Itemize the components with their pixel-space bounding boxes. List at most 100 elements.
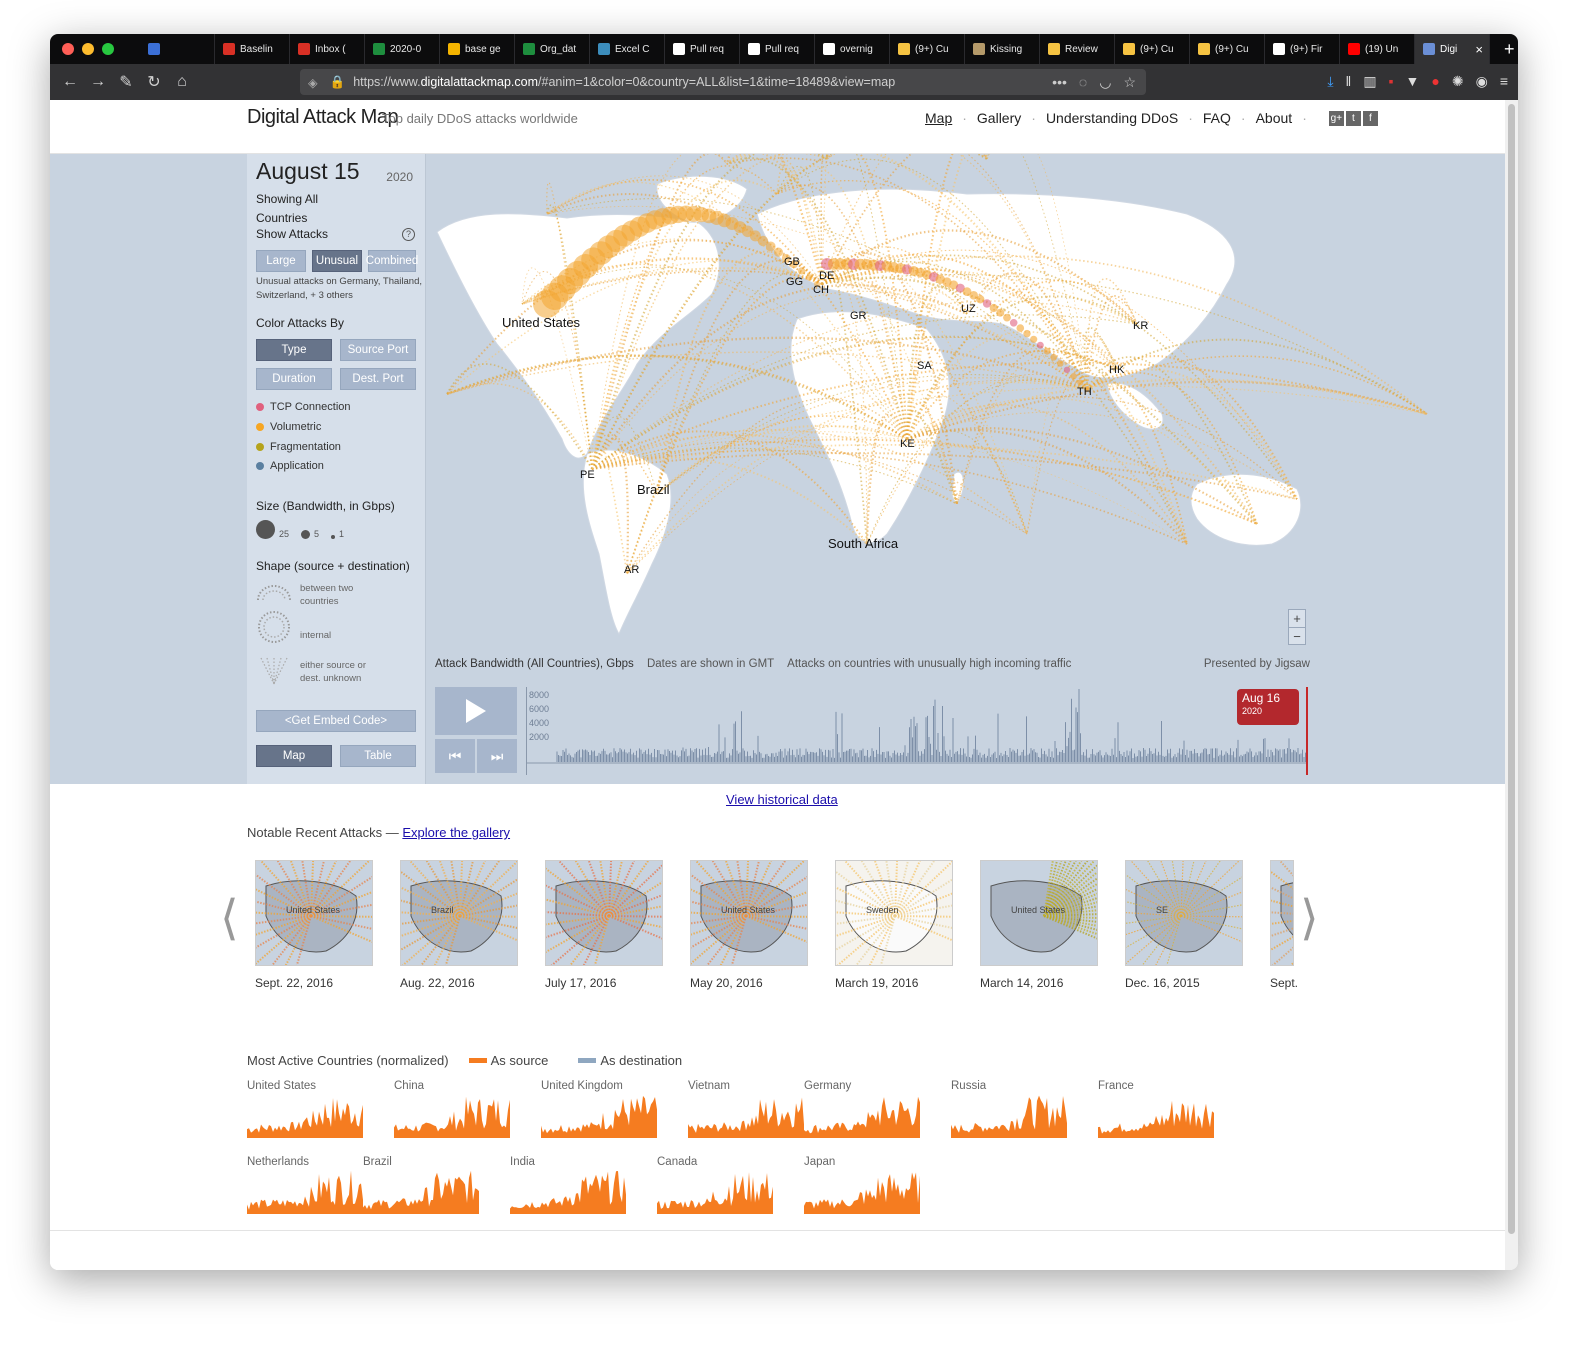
label-ar[interactable]: AR [624,564,639,576]
attack-map-svg[interactable]: United States GB GG DE CH GR UZ KR SA HK… [427,154,1505,664]
site-logo[interactable]: Digital Attack Map [247,106,399,129]
nav-about[interactable]: About [1256,110,1293,126]
library-icon[interactable]: ‖ [1346,73,1352,90]
country-sparkline[interactable]: United States [247,1080,365,1142]
gallery-item[interactable]: July 17, 2016 [545,860,663,990]
nav-gallery[interactable]: Gallery [977,110,1021,126]
sidebar-icon[interactable]: ▥ [1363,73,1376,90]
gallery-item[interactable]: United States May 20, 2016 [690,860,808,990]
twitter-icon[interactable]: t [1345,110,1361,126]
unusual-button[interactable]: Unusual [312,250,362,272]
browser-tab[interactable]: Pull req [665,34,740,64]
gallery-thumbnail[interactable]: United States [980,860,1098,966]
bookmark-star-icon[interactable]: ☆ [1123,74,1136,91]
label-ch[interactable]: CH [813,284,829,296]
label-pe[interactable]: PE [580,469,595,481]
menu-icon[interactable]: ≡ [1500,73,1508,90]
back-icon[interactable]: ← [56,73,84,91]
label-hk[interactable]: HK [1109,364,1125,376]
label-united-states[interactable]: United States [502,315,581,330]
world-map[interactable]: United States GB GG DE CH GR UZ KR SA HK… [427,154,1505,664]
browser-tab[interactable]: overnig [815,34,890,64]
zoom-window-button[interactable] [102,43,114,55]
forward-icon[interactable]: → [84,73,112,91]
browser-tab[interactable] [140,34,215,64]
browser-tab[interactable]: Baselin [215,34,290,64]
explore-gallery-link[interactable]: Explore the gallery [402,825,510,840]
browser-tab[interactable]: Kissing [965,34,1040,64]
nav-understanding-ddos[interactable]: Understanding DDoS [1046,110,1178,126]
reload-icon[interactable]: ↻ [140,72,168,92]
country-sparkline[interactable]: United Kingdom [541,1080,659,1142]
gallery-thumbnail[interactable]: SE [1125,860,1243,966]
shield-icon[interactable]: ◈ [308,75,318,90]
step-forward-button[interactable]: ⏭ [477,739,517,773]
gallery-prev-arrow[interactable]: ⟨ [220,890,239,946]
scrollbar[interactable] [1505,100,1518,1270]
step-back-button[interactable]: ⏮ [435,739,475,773]
country-sparkline[interactable]: Germany [804,1080,922,1142]
browser-tab[interactable]: 2020-0 [365,34,440,64]
view-historical-data-link[interactable]: View historical data [726,792,838,807]
gallery-thumbnail[interactable]: Brazil [400,860,518,966]
browser-tab[interactable]: Pull req [740,34,815,64]
gallery-thumbnail[interactable]: United States [690,860,808,966]
combined-button[interactable]: Combined [366,250,418,272]
browser-tab[interactable]: (19) Un [1340,34,1415,64]
label-gr[interactable]: GR [850,310,867,322]
facebook-icon[interactable]: f [1362,110,1378,126]
color-duration-button[interactable]: Duration [256,368,332,390]
gallery-thumbnail[interactable] [545,860,663,966]
browser-tab[interactable]: Digi × [1415,34,1490,64]
google-plus-icon[interactable]: g+ [1328,110,1344,126]
vpn-icon[interactable]: ▼ [1406,73,1420,90]
color-dest-port-button[interactable]: Dest. Port [340,368,416,390]
zoom-out-button[interactable]: − [1289,627,1305,645]
browser-tab[interactable]: (9+) Cu [1190,34,1265,64]
gallery-item[interactable]: United States March 14, 2016 [980,860,1098,990]
country-sparkline[interactable]: France [1098,1080,1216,1142]
gallery-thumbnail[interactable] [1270,860,1294,966]
label-gb[interactable]: GB [784,256,800,268]
country-sparkline[interactable]: Brazil [363,1156,481,1218]
gallery-thumbnail[interactable]: Sweden [835,860,953,966]
pocket-icon[interactable]: ◡ [1099,74,1111,91]
zoom-in-button[interactable]: + [1289,610,1305,627]
gallery-item[interactable]: Sweden March 19, 2016 [835,860,953,990]
gallery-item[interactable]: Brazil Aug. 22, 2016 [400,860,518,990]
country-sparkline[interactable]: Vietnam [688,1080,806,1142]
react-icon[interactable]: ✺ [1452,73,1464,90]
color-source-port-button[interactable]: Source Port [340,339,416,361]
browser-tab[interactable]: (9+) Cu [1115,34,1190,64]
country-sparkline[interactable]: Japan [804,1156,922,1218]
countries-label[interactable]: Countries [256,211,307,225]
account-icon[interactable]: ◉ [1476,73,1488,90]
nav-map[interactable]: Map [925,110,952,126]
play-button[interactable] [435,687,517,735]
gallery-item[interactable]: Sept. [1270,860,1298,990]
browser-tab[interactable]: (9+) Cu [890,34,965,64]
map-view-button[interactable]: Map [256,745,332,767]
gallery-thumbnail[interactable]: United States [255,860,373,966]
label-kr[interactable]: KR [1133,320,1148,332]
embed-code-button[interactable]: <Get Embed Code> [256,710,416,732]
showing-label[interactable]: Showing All [256,192,318,206]
timeline-svg[interactable]: 8000 6000 4000 2000 [527,687,1310,775]
browser-tab[interactable]: Excel C [590,34,665,64]
label-gg[interactable]: GG [786,276,803,288]
bandwidth-timeline-chart[interactable]: 8000 6000 4000 2000 [526,687,1309,775]
home-icon[interactable]: ⌂ [168,73,196,91]
download-icon[interactable]: ⤓ [1327,73,1333,90]
label-uz[interactable]: UZ [961,303,976,315]
help-icon[interactable]: ? [402,228,415,241]
nav-faq[interactable]: FAQ [1203,110,1231,126]
color-type-button[interactable]: Type [256,339,332,361]
browser-tab[interactable]: Inbox ( [290,34,365,64]
url-bar[interactable]: ◈ 🔒 https://www. digitalattackmap.com/#an… [300,69,1146,95]
label-de[interactable]: DE [819,270,834,282]
gallery-next-arrow[interactable]: ⟩ [1300,890,1319,946]
country-sparkline[interactable]: Russia [951,1080,1069,1142]
minimize-window-button[interactable] [82,43,94,55]
browser-tab[interactable]: (9+) Fir [1265,34,1340,64]
browser-tab[interactable]: Review [1040,34,1115,64]
